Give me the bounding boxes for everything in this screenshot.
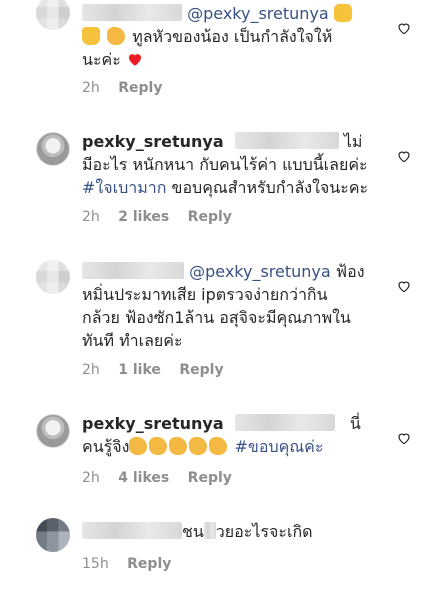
timestamp: 2h	[82, 470, 100, 486]
comment-2: pexky_sretunya ไม่ มีอะไร หนักหนา กับคนไ…	[0, 128, 434, 238]
timestamp: 2h	[82, 209, 100, 225]
comment-1: @pexky_sretunya ทูลหัวของน้อง เป็นกำลังใ…	[0, 0, 434, 110]
comment-text: ชน วยอะไรจะเกิด	[82, 520, 382, 543]
blurred-username	[82, 522, 182, 539]
comment-line: มีอะไร หนักหนา กับคนไร้ค่า แบบนี้เลยค่ะ	[82, 155, 368, 174]
hashtag-link[interactable]: #ขอบคุณค่ะ	[235, 437, 324, 456]
comment-meta: 2h 2 likes Reply	[82, 209, 246, 225]
blurred-username	[82, 4, 182, 21]
timestamp: 2h	[82, 362, 100, 378]
thumbs-up-emoji	[333, 4, 352, 22]
reply-button[interactable]: Reply	[127, 556, 171, 572]
likes-count[interactable]: 1 like	[118, 362, 161, 378]
comment-meta: 15h Reply	[82, 556, 185, 572]
clapping-hands-emoji	[189, 437, 208, 455]
comment-line: ฟ้อง	[330, 262, 365, 281]
timestamp: 15h	[82, 556, 109, 572]
blurred-text	[203, 522, 216, 539]
like-heart-icon[interactable]	[396, 148, 412, 164]
blurred-username	[82, 262, 184, 279]
red-heart-emoji	[126, 50, 144, 68]
comment-line: กล้วย ฟ้องซัก1ล้าน อสุจิจะมีคุณภาพใน	[82, 308, 351, 327]
mention-link[interactable]: @pexky_sretunya	[187, 4, 329, 23]
mention-link[interactable]: @pexky_sretunya	[189, 262, 331, 281]
avatar[interactable]	[36, 414, 70, 448]
comment-text: @pexky_sretunya ทูลหัวของน้อง เป็นกำลังใ…	[82, 2, 382, 71]
comment-5: ชน วยอะไรจะเกิด 15h Reply	[0, 516, 434, 590]
comment-line: นะค่ะ	[82, 50, 121, 69]
clapping-hands-emoji	[149, 437, 168, 455]
avatar[interactable]	[36, 0, 70, 30]
blurred-mention	[234, 414, 335, 431]
like-heart-icon[interactable]	[396, 430, 412, 446]
like-heart-icon[interactable]	[396, 278, 412, 294]
comment-3: @pexky_sretunya ฟ้อง หมิ่นประมาทเสีย ipต…	[0, 258, 434, 388]
comment-line: ชน	[182, 522, 204, 541]
comment-line: ไม่	[343, 132, 363, 151]
clapping-hands-emoji	[129, 437, 148, 455]
comment-line: ขอบคุณสำหรับกำลังใจนะคะ	[166, 178, 369, 197]
avatar[interactable]	[36, 260, 70, 294]
reply-button[interactable]: Reply	[118, 80, 162, 96]
comment-line: คนรู้จิง	[82, 437, 130, 456]
hashtag-link[interactable]: #ใจเบามาก	[82, 178, 166, 197]
comment-meta: 2h Reply	[82, 80, 176, 96]
username-link[interactable]: pexky_sretunya	[82, 132, 224, 151]
reply-button[interactable]: Reply	[179, 362, 223, 378]
comment-line: ทันที ทำเลยค่ะ	[82, 331, 183, 350]
avatar[interactable]	[36, 518, 70, 552]
blurred-mention	[234, 132, 339, 149]
comment-meta: 2h 4 likes Reply	[82, 470, 246, 486]
clapping-hands-emoji	[169, 437, 188, 455]
comment-4: pexky_sretunya นี่ คนรู้จิง #ขอบคุณค่ะ 2…	[0, 410, 434, 500]
username-link[interactable]: pexky_sretunya	[82, 414, 224, 433]
comment-line: นี่	[349, 414, 361, 433]
clapping-hands-emoji	[209, 437, 228, 455]
reply-button[interactable]: Reply	[188, 209, 232, 225]
comment-text: @pexky_sretunya ฟ้อง หมิ่นประมาทเสีย ipต…	[82, 260, 382, 352]
comment-text: pexky_sretunya ไม่ มีอะไร หนักหนา กับคนไ…	[82, 130, 382, 199]
likes-count[interactable]: 2 likes	[118, 209, 169, 225]
comment-line: ทูลหัวของน้อง เป็นกำลังใจให้	[132, 27, 333, 46]
reply-button[interactable]: Reply	[188, 470, 232, 486]
avatar[interactable]	[36, 132, 70, 166]
comment-line: หมิ่นประมาทเสีย ipตรวจง่ายกว่ากิน	[82, 285, 328, 304]
like-heart-icon[interactable]	[396, 20, 412, 36]
timestamp: 2h	[82, 80, 100, 96]
sign-of-horns-emoji	[82, 27, 100, 45]
clapping-hands-emoji	[107, 27, 126, 45]
likes-count[interactable]: 4 likes	[118, 470, 169, 486]
comment-meta: 2h 1 like Reply	[82, 362, 238, 378]
comment-line: วยอะไรจะเกิด	[215, 522, 313, 541]
comment-text: pexky_sretunya นี่ คนรู้จิง #ขอบคุณค่ะ	[82, 412, 382, 458]
